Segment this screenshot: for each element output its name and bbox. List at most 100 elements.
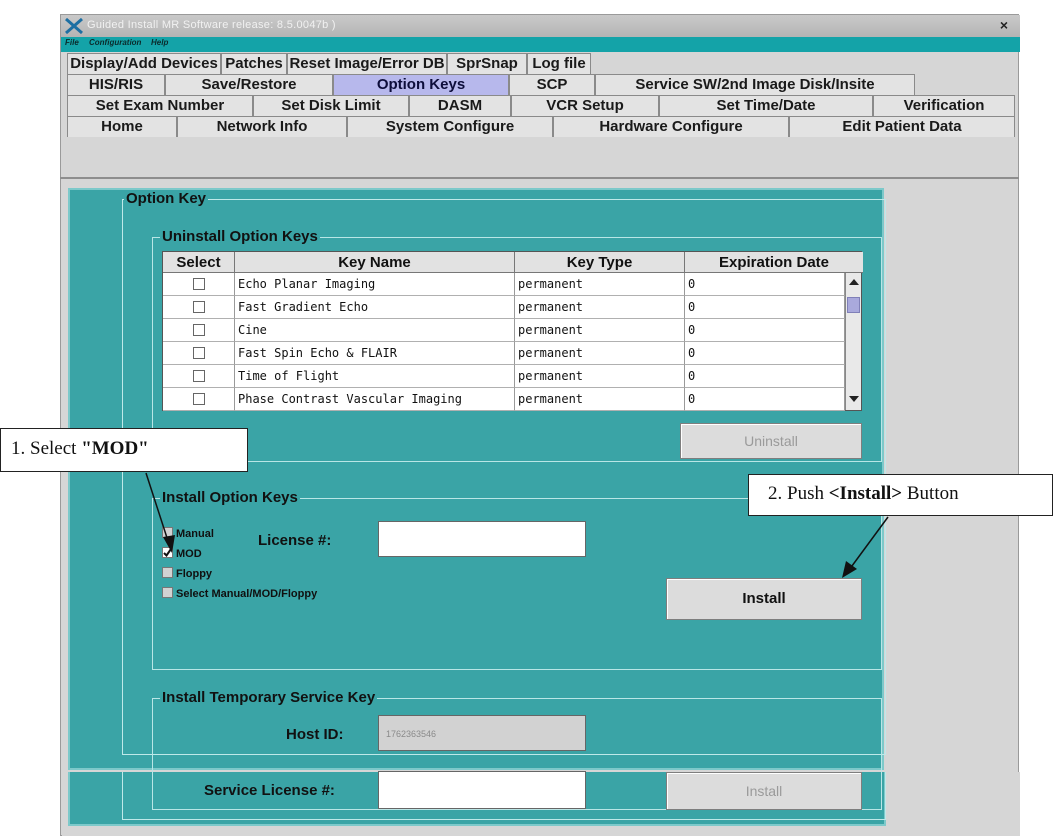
tab-save-restore[interactable]: Save/Restore <box>165 74 333 95</box>
menu-help[interactable]: Help <box>151 38 168 47</box>
tab-display-add-devices[interactable]: Display/Add Devices <box>67 53 221 74</box>
tab-row-2: HIS/RIS Save/Restore Option Keys SCP Ser… <box>67 74 1015 95</box>
callout-step-2-emphasis: <Install> <box>828 483 903 504</box>
window-title: Guided Install MR Software release: 8.5.… <box>87 19 336 31</box>
option-key-title: Option Key <box>124 190 209 207</box>
tab-option-keys[interactable]: Option Keys <box>333 74 509 95</box>
tab-set-exam-number[interactable]: Set Exam Number <box>67 95 253 116</box>
close-icon[interactable]: × <box>996 18 1012 33</box>
select-cell <box>163 319 235 342</box>
mod-label: MOD <box>176 548 202 560</box>
expiration-cell: 0 <box>685 342 845 365</box>
scroll-thumb[interactable] <box>847 297 860 313</box>
row-select-checkbox[interactable] <box>193 347 205 359</box>
table-row[interactable]: Phase Contrast Vascular Imaging permanen… <box>163 388 845 411</box>
expiration-cell: 0 <box>685 388 845 411</box>
row-select-checkbox[interactable] <box>193 393 205 405</box>
key-type-cell: permanent <box>515 319 685 342</box>
uninstall-group-title: Uninstall Option Keys <box>160 228 320 245</box>
key-name-cell: Cine <box>235 319 515 342</box>
table-row[interactable]: Echo Planar Imaging permanent 0 <box>163 273 845 296</box>
expiration-cell: 0 <box>685 365 845 388</box>
mod-checkbox[interactable] <box>162 547 173 558</box>
select-cell <box>163 342 235 365</box>
tab-vcr-setup[interactable]: VCR Setup <box>511 95 659 116</box>
screenshot-stage: Guided Install MR Software release: 8.5.… <box>0 0 1053 836</box>
key-name-cell: Fast Spin Echo & FLAIR <box>235 342 515 365</box>
tab-sprsnap[interactable]: SprSnap <box>447 53 527 74</box>
tab-reset-image-error-db[interactable]: Reset Image/Error DB <box>287 53 447 74</box>
option-manual[interactable]: Manual <box>162 527 214 543</box>
key-name-cell: Phase Contrast Vascular Imaging <box>235 388 515 411</box>
option-mod[interactable]: MOD <box>162 547 202 563</box>
row-select-checkbox[interactable] <box>193 324 205 336</box>
callout-step-2-text: 2. Push <box>768 483 829 504</box>
tab-row-3: Set Exam Number Set Disk Limit DASM VCR … <box>67 95 1015 116</box>
option-select-manual-mod-floppy[interactable]: Select Manual/MOD/Floppy <box>162 587 317 603</box>
host-id-label: Host ID: <box>286 726 344 743</box>
license-input[interactable] <box>378 521 586 557</box>
scroll-up-icon[interactable] <box>849 279 859 286</box>
floppy-checkbox[interactable] <box>162 567 173 578</box>
install-button[interactable]: Install <box>666 578 862 620</box>
tab-patches[interactable]: Patches <box>221 53 287 74</box>
tab-verification[interactable]: Verification <box>873 95 1015 116</box>
service-license-input[interactable] <box>378 771 586 809</box>
tab-his-ris[interactable]: HIS/RIS <box>67 74 165 95</box>
tab-strip: Display/Add Devices Patches Reset Image/… <box>61 53 1020 187</box>
callout-step-1-emphasis: "MOD" <box>81 438 149 459</box>
tab-set-disk-limit[interactable]: Set Disk Limit <box>253 95 409 116</box>
key-type-cell: permanent <box>515 296 685 319</box>
tab-system-configure[interactable]: System Configure <box>347 116 553 137</box>
table-row[interactable]: Cine permanent 0 <box>163 319 845 342</box>
table-row[interactable]: Fast Gradient Echo permanent 0 <box>163 296 845 319</box>
key-name-cell: Echo Planar Imaging <box>235 273 515 296</box>
tab-home[interactable]: Home <box>67 116 177 137</box>
select-cell <box>163 388 235 411</box>
manual-label: Manual <box>176 528 214 540</box>
expiration-cell: 0 <box>685 319 845 342</box>
app-x-icon <box>65 18 83 34</box>
table-scrollbar[interactable] <box>845 273 861 410</box>
tab-dasm[interactable]: DASM <box>409 95 511 116</box>
expiration-cell: 0 <box>685 296 845 319</box>
menu-bar: File Configuration Help <box>61 37 1020 52</box>
scroll-down-icon[interactable] <box>849 396 859 403</box>
table-row[interactable]: Fast Spin Echo & FLAIR permanent 0 <box>163 342 845 365</box>
service-install-button[interactable]: Install <box>666 772 862 810</box>
license-label: License #: <box>258 532 332 549</box>
key-name-cell: Fast Gradient Echo <box>235 296 515 319</box>
tab-hardware-configure[interactable]: Hardware Configure <box>553 116 789 137</box>
option-floppy[interactable]: Floppy <box>162 567 212 583</box>
tab-set-time-date[interactable]: Set Time/Date <box>659 95 873 116</box>
select-cell <box>163 273 235 296</box>
callout-step-2-suffix: Button <box>902 483 959 504</box>
expiration-cell: 0 <box>685 273 845 296</box>
row-select-checkbox[interactable] <box>193 278 205 290</box>
row-select-checkbox[interactable] <box>193 301 205 313</box>
menu-file[interactable]: File <box>65 38 79 47</box>
col-header-key-type: Key Type <box>515 252 685 273</box>
tab-base-line <box>60 177 1019 179</box>
select-cell <box>163 296 235 319</box>
table-row[interactable]: Time of Flight permanent 0 <box>163 365 845 388</box>
tab-edit-patient-data[interactable]: Edit Patient Data <box>789 116 1015 137</box>
menu-configuration[interactable]: Configuration <box>89 38 141 47</box>
select-cell <box>163 365 235 388</box>
callout-step-2: 2. Push <Install> Button <box>748 474 1053 516</box>
col-header-select: Select <box>163 252 235 273</box>
select-manual-mod-floppy-checkbox[interactable] <box>162 587 173 598</box>
manual-checkbox[interactable] <box>162 527 173 538</box>
option-keys-table: Select Key Name Key Type Expiration Date… <box>162 251 863 411</box>
tab-row-1: Display/Add Devices Patches Reset Image/… <box>67 53 1007 74</box>
title-bar[interactable]: Guided Install MR Software release: 8.5.… <box>61 15 1020 37</box>
tab-log-file[interactable]: Log file <box>527 53 591 74</box>
tab-service-sw[interactable]: Service SW/2nd Image Disk/Insite <box>595 74 915 95</box>
row-select-checkbox[interactable] <box>193 370 205 382</box>
check-icon <box>163 548 172 557</box>
uninstall-button[interactable]: Uninstall <box>680 423 862 459</box>
col-header-key-name: Key Name <box>235 252 515 273</box>
floppy-label: Floppy <box>176 568 213 580</box>
tab-scp[interactable]: SCP <box>509 74 595 95</box>
tab-network-info[interactable]: Network Info <box>177 116 347 137</box>
